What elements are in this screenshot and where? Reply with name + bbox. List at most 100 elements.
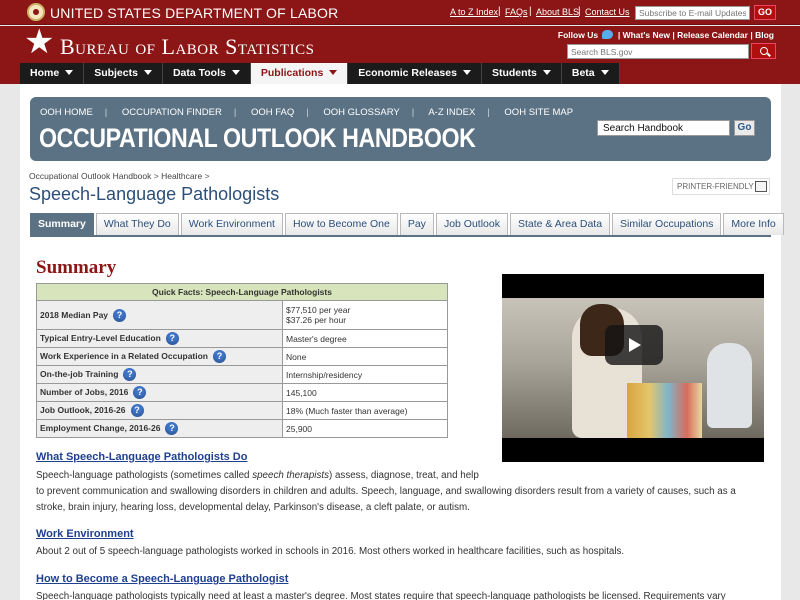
separator: |: [578, 6, 581, 17]
bls-search-input[interactable]: [567, 44, 749, 59]
occupation-finder-link[interactable]: OCCUPATION FINDER: [122, 107, 222, 118]
fact-value: 18% (Much faster than average): [282, 401, 448, 420]
twitter-icon[interactable]: [602, 30, 614, 39]
work-environment-link[interactable]: Work Environment: [36, 528, 134, 540]
nav-subjects[interactable]: Subjects: [84, 63, 163, 84]
separator: |: [233, 107, 237, 118]
chevron-down-icon: [143, 70, 152, 75]
release-calendar-link[interactable]: Release Calendar: [677, 30, 748, 40]
tab-pay[interactable]: Pay: [399, 213, 434, 235]
chevron-down-icon: [65, 70, 74, 75]
what-they-do-link[interactable]: What Speech-Language Pathologists Do: [36, 451, 247, 463]
dol-title[interactable]: UNITED STATES DEPARTMENT OF LABOR: [50, 5, 338, 21]
ooh-banner: OOH HOME | OCCUPATION FINDER | OOH FAQ | OO…: [30, 97, 771, 161]
printer-friendly-button[interactable]: PRINTER-FRIENDLY: [672, 178, 770, 195]
tab-similar-occupations[interactable]: Similar Occupations: [612, 213, 722, 235]
help-icon[interactable]: ?: [213, 350, 227, 363]
faqs-link[interactable]: FAQs: [505, 7, 528, 17]
video-figure-child: [707, 343, 752, 428]
nav-students[interactable]: Students: [481, 63, 562, 84]
fact-label: On-the-job Training?: [36, 365, 283, 384]
separator: |: [617, 30, 621, 40]
tab-summary[interactable]: Summary: [30, 213, 94, 235]
tab-job-outlook[interactable]: Job Outlook: [435, 213, 508, 235]
ooh-home-link[interactable]: OOH HOME: [40, 107, 93, 118]
breadcrumb-ooh-link[interactable]: Occupational Outlook Handbook: [29, 171, 151, 181]
separator: |: [411, 107, 415, 118]
nav-data-tools[interactable]: Data Tools: [162, 63, 251, 84]
fact-value: 145,100: [282, 383, 448, 402]
fact-value: None: [282, 347, 448, 366]
help-icon[interactable]: ?: [123, 368, 137, 381]
what-they-do-text: Speech-language pathologists (sometimes …: [36, 468, 766, 516]
search-icon[interactable]: [751, 43, 776, 59]
help-icon[interactable]: ?: [113, 308, 127, 322]
text-segment: to prevent communication and swallowing …: [36, 486, 736, 513]
main-nav: Home Subjects Data Tools Publications Ec…: [0, 63, 800, 84]
tab-work-environment[interactable]: Work Environment: [180, 213, 283, 235]
tab-bar: Summary What They Do Work Environment Ho…: [30, 213, 786, 236]
breadcrumb-separator: >: [153, 171, 162, 181]
text-segment: Speech-language pathologists (sometimes …: [36, 470, 253, 481]
help-icon[interactable]: ?: [165, 422, 179, 435]
bls-star-logo-icon[interactable]: ★: [24, 25, 54, 59]
email-updates-input[interactable]: [635, 6, 750, 20]
bls-title[interactable]: Bureau of Labor Statistics: [60, 34, 315, 60]
nav-publications-label: Publications: [260, 67, 324, 79]
fact-value: $77,510 per year $37.26 per hour: [282, 300, 448, 330]
tab-divider: [30, 235, 771, 237]
fact-label-text: Job Outlook, 2016-26: [40, 404, 126, 415]
a-to-z-index-link[interactable]: A to Z Index: [450, 7, 498, 17]
tab-more-info[interactable]: More Info: [723, 213, 784, 235]
play-icon[interactable]: [605, 325, 663, 365]
ooh-site-map-link[interactable]: OOH SITE MAP: [504, 107, 573, 118]
chevron-down-icon: [600, 70, 609, 75]
tab-how-to-become-one[interactable]: How to Become One: [284, 213, 398, 235]
nav-economic-releases[interactable]: Economic Releases: [348, 63, 482, 84]
chevron-down-icon: [231, 70, 240, 75]
quick-facts-table: Quick Facts: Speech-Language Pathologist…: [36, 283, 448, 438]
blog-link[interactable]: Blog: [755, 30, 774, 40]
printer-friendly-label: PRINTER-FRIENDLY: [677, 182, 754, 191]
breadcrumb-healthcare-link[interactable]: Healthcare: [161, 171, 202, 181]
table-row: On-the-job Training? Internship/residenc…: [36, 365, 448, 384]
ooh-title[interactable]: OCCUPATIONAL OUTLOOK HANDBOOK: [39, 123, 476, 154]
handbook-search-input[interactable]: [597, 120, 730, 136]
fact-label: Work Experience in a Related Occupation?: [36, 347, 283, 366]
separator: |: [498, 6, 501, 17]
video-thumbnail: [502, 298, 764, 438]
text-segment-italic: speech therapists: [252, 470, 329, 481]
dol-seal-icon[interactable]: [27, 3, 45, 21]
nav-publications[interactable]: Publications: [250, 63, 349, 84]
tab-state-area-data[interactable]: State & Area Data: [509, 213, 611, 235]
work-environment-text: About 2 out of 5 speech-language patholo…: [36, 546, 625, 557]
help-icon[interactable]: ?: [165, 332, 179, 345]
how-to-become-link[interactable]: How to Become a Speech-Language Patholog…: [36, 573, 288, 585]
about-bls-link[interactable]: About BLS: [536, 7, 579, 17]
follow-us-link[interactable]: Follow Us: [558, 30, 598, 40]
handbook-go-button[interactable]: Go: [734, 120, 755, 136]
a-z-index-link[interactable]: A-Z INDEX: [428, 107, 475, 118]
ooh-links: OOH HOME | OCCUPATION FINDER | OOH FAQ | OO…: [40, 107, 585, 118]
dol-top-bar: UNITED STATES DEPARTMENT OF LABOR A to Z…: [0, 0, 800, 25]
video-toy-blocks: [627, 383, 702, 438]
nav-beta[interactable]: Beta: [561, 63, 620, 84]
quick-facts-title: Quick Facts: Speech-Language Pathologist…: [36, 283, 448, 301]
contact-us-link[interactable]: Contact Us: [585, 7, 630, 17]
ooh-glossary-link[interactable]: OOH GLOSSARY: [323, 107, 399, 118]
nav-students-label: Students: [491, 67, 537, 79]
nav-home[interactable]: Home: [20, 63, 85, 84]
fact-value: 25,900: [282, 419, 448, 438]
fact-label-text: Employment Change, 2016-26: [40, 422, 161, 433]
separator: |: [487, 107, 490, 118]
video-player[interactable]: [502, 274, 764, 462]
breadcrumb: Occupational Outlook Handbook > Healthca…: [29, 171, 210, 181]
separator: |: [306, 107, 309, 118]
help-icon[interactable]: ?: [130, 404, 144, 417]
header-links: Follow Us | What's New | Release Calenda…: [558, 30, 774, 40]
email-go-button[interactable]: GO: [754, 5, 776, 20]
whats-new-link[interactable]: What's New: [623, 30, 670, 40]
ooh-faq-link[interactable]: OOH FAQ: [251, 107, 294, 118]
tab-what-they-do[interactable]: What They Do: [95, 213, 179, 235]
help-icon[interactable]: ?: [133, 386, 147, 399]
